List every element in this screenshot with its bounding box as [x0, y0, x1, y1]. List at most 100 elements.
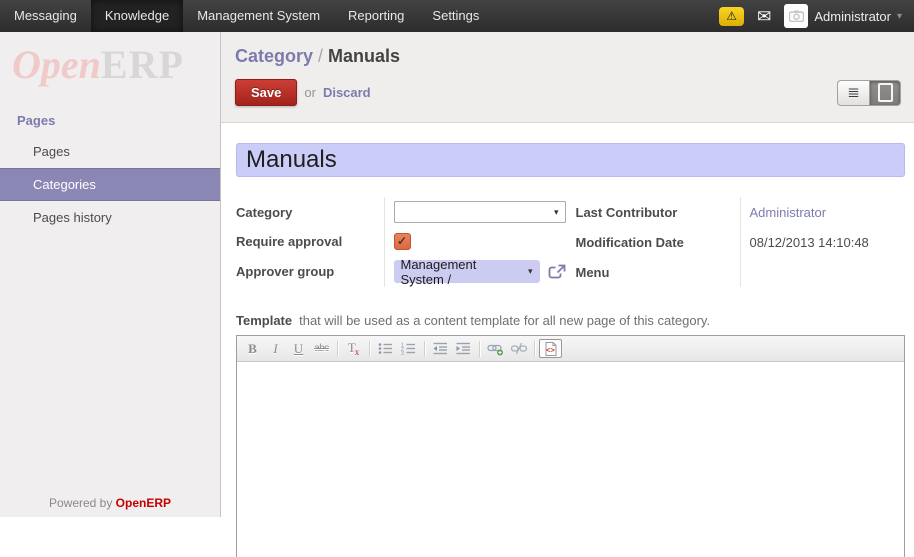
- external-link-icon[interactable]: [548, 264, 566, 280]
- strikethrough-icon: abc: [314, 343, 329, 354]
- toolbar-separator: [479, 341, 480, 357]
- checkmark-icon: ✓: [397, 234, 407, 248]
- require-approval-label: Require approval: [236, 227, 384, 256]
- field-area: Category ▾ Require approval ✓: [236, 197, 905, 287]
- sidebar: OpenERP Pages Pages Categories Pages his…: [0, 32, 221, 517]
- remove-format-icon: Tx: [348, 340, 359, 358]
- list-view-button[interactable]: ≣: [837, 80, 869, 106]
- mail-glyph: ✉: [757, 7, 771, 26]
- category-select[interactable]: ▾: [394, 201, 566, 223]
- mail-icon[interactable]: ✉: [757, 8, 771, 25]
- warning-glyph: ⚠: [726, 9, 737, 23]
- list-view-icon: ≣: [847, 85, 860, 100]
- italic-icon: I: [273, 341, 277, 357]
- toolbar-separator: [424, 341, 425, 357]
- strikethrough-button[interactable]: abc: [310, 339, 333, 358]
- editor-toolbar: B I U abc Tx: [237, 336, 904, 362]
- field-group-left: Category ▾ Require approval ✓: [236, 197, 566, 287]
- toolbar-separator: [369, 341, 370, 357]
- underline-button[interactable]: U: [287, 339, 310, 358]
- field-row-category: Category ▾: [236, 197, 566, 227]
- sidebar-item-pages-history[interactable]: Pages history: [0, 201, 220, 234]
- openerp-logo[interactable]: OpenERP: [0, 32, 220, 85]
- category-label: Category: [236, 197, 384, 227]
- bulleted-list-icon: [378, 342, 393, 355]
- last-contributor-value[interactable]: Administrator: [750, 205, 827, 220]
- form-content: Category ▾ Require approval ✓: [221, 123, 914, 557]
- menu-reporting[interactable]: Reporting: [334, 0, 418, 32]
- underline-icon: U: [294, 341, 303, 357]
- sidebar-section-title: Pages: [0, 109, 220, 135]
- approver-group-label: Approver group: [236, 256, 384, 287]
- link-icon: [487, 342, 504, 356]
- user-name: Administrator: [814, 9, 891, 24]
- toolbar-separator: [337, 341, 338, 357]
- bold-button[interactable]: B: [241, 339, 264, 358]
- indent-icon: [456, 342, 471, 355]
- breadcrumb-category-link[interactable]: Category: [235, 46, 313, 66]
- logo-open-text: Open: [12, 42, 101, 87]
- modification-date-label: Modification Date: [576, 227, 741, 257]
- save-button[interactable]: Save: [235, 79, 297, 106]
- caret-down-icon: ▾: [897, 11, 902, 22]
- menu-management-system[interactable]: Management System: [183, 0, 334, 32]
- outdent-button[interactable]: [429, 339, 452, 358]
- field-row-require-approval: Require approval ✓: [236, 227, 566, 256]
- main-panel: Category/Manuals Save or Discard ≣: [221, 32, 914, 517]
- approver-group-value: Management System /: [401, 257, 523, 287]
- require-approval-checkbox[interactable]: ✓: [394, 233, 411, 250]
- bulleted-list-button[interactable]: [374, 339, 397, 358]
- editor-content[interactable]: [237, 362, 904, 557]
- menu-knowledge[interactable]: Knowledge: [91, 0, 183, 32]
- sidebar-footer: Powered by OpenERP: [0, 496, 220, 510]
- italic-button[interactable]: I: [264, 339, 287, 358]
- field-row-menu: Menu: [576, 257, 906, 287]
- breadcrumb-current: Manuals: [328, 46, 400, 66]
- source-code-icon: <>: [544, 342, 558, 356]
- dropdown-caret-icon: ▾: [554, 207, 559, 218]
- svg-text:<>: <>: [546, 345, 555, 354]
- logo-erp-text: ERP: [101, 42, 184, 87]
- top-navigation-bar: Messaging Knowledge Management System Re…: [0, 0, 914, 32]
- unlink-button[interactable]: [507, 339, 530, 358]
- topbar-right-cluster: ⚠ ✉ Administrator ▾: [719, 0, 914, 32]
- field-group-right: Last Contributor Administrator Modificat…: [576, 197, 906, 287]
- modification-date-value: 08/12/2013 14:10:48: [750, 235, 869, 250]
- field-row-approver-group: Approver group Management System / ▾: [236, 256, 566, 287]
- main-header: Category/Manuals Save or Discard ≣: [221, 32, 914, 123]
- numbered-list-button[interactable]: 123: [397, 339, 420, 358]
- menu-messaging[interactable]: Messaging: [0, 0, 91, 32]
- template-section-header: Template that will be used as a content t…: [236, 313, 905, 328]
- form-view-button[interactable]: [869, 80, 901, 106]
- breadcrumb-separator: /: [313, 46, 328, 66]
- last-contributor-label: Last Contributor: [576, 197, 741, 227]
- menu-settings[interactable]: Settings: [418, 0, 493, 32]
- template-label: Template: [236, 313, 292, 328]
- remove-format-button[interactable]: Tx: [342, 339, 365, 358]
- dropdown-caret-icon: ▾: [528, 266, 533, 277]
- source-button[interactable]: <>: [539, 339, 562, 358]
- toolbar-separator: [534, 341, 535, 357]
- avatar: [784, 4, 808, 28]
- openerp-brand-link[interactable]: OpenERP: [116, 496, 171, 510]
- unlink-icon: [511, 342, 527, 355]
- numbered-list-icon: 123: [401, 342, 416, 355]
- sidebar-item-categories[interactable]: Categories: [0, 168, 220, 201]
- or-label: or: [304, 85, 316, 100]
- title-input[interactable]: [236, 143, 905, 177]
- sidebar-item-pages[interactable]: Pages: [0, 135, 220, 168]
- indent-button[interactable]: [452, 339, 475, 358]
- template-help-text: that will be used as a content template …: [299, 313, 710, 328]
- user-menu[interactable]: Administrator ▾: [784, 4, 902, 28]
- outdent-icon: [433, 342, 448, 355]
- menu-label: Menu: [576, 257, 741, 287]
- bold-icon: B: [248, 341, 257, 357]
- form-view-icon: [878, 83, 893, 102]
- warning-icon[interactable]: ⚠: [719, 7, 744, 26]
- approver-group-select[interactable]: Management System / ▾: [394, 260, 540, 283]
- powered-by-text: Powered by: [49, 496, 116, 510]
- discard-link[interactable]: Discard: [323, 85, 371, 100]
- svg-text:3: 3: [401, 351, 404, 355]
- insert-link-button[interactable]: [484, 339, 507, 358]
- sidebar-section-pages: Pages Pages Categories Pages history: [0, 109, 220, 234]
